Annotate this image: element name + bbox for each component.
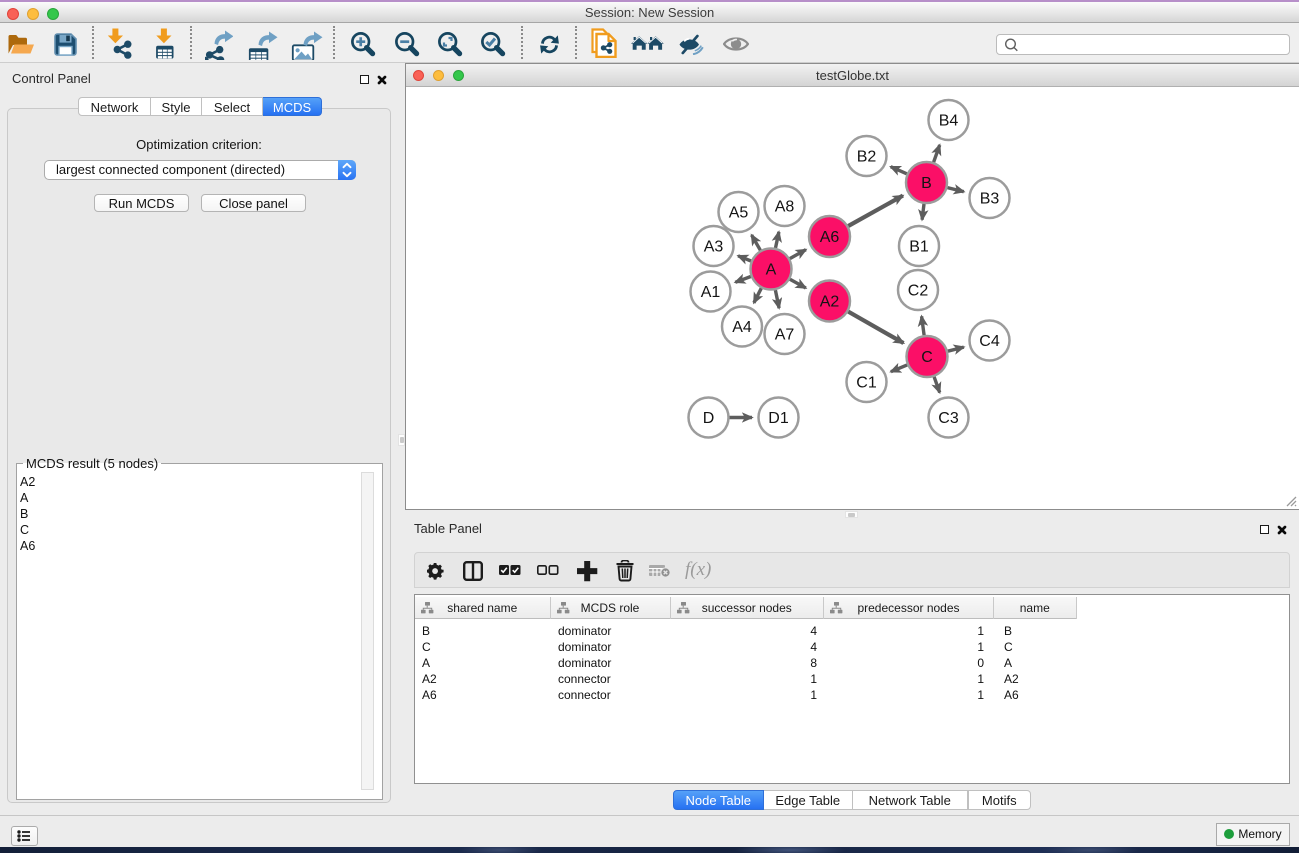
svg-text:D: D (703, 410, 715, 427)
svg-text:A6: A6 (820, 229, 840, 246)
svg-text:B2: B2 (857, 149, 877, 166)
svg-text:B4: B4 (939, 113, 959, 130)
svg-text:C: C (921, 349, 933, 366)
svg-text:A1: A1 (701, 284, 721, 301)
svg-text:C2: C2 (908, 283, 929, 300)
svg-text:A: A (766, 262, 777, 279)
svg-text:C4: C4 (979, 333, 1000, 350)
svg-text:B1: B1 (909, 239, 929, 256)
svg-text:B3: B3 (980, 191, 1000, 208)
svg-text:A3: A3 (704, 239, 724, 256)
svg-text:B: B (921, 175, 932, 192)
svg-text:D1: D1 (768, 410, 789, 427)
svg-text:A8: A8 (775, 199, 795, 216)
svg-text:C3: C3 (938, 410, 959, 427)
svg-text:C1: C1 (856, 375, 877, 392)
svg-text:A5: A5 (729, 205, 749, 222)
svg-text:A2: A2 (820, 294, 840, 311)
svg-text:A7: A7 (775, 327, 795, 344)
svg-text:A4: A4 (732, 319, 752, 336)
